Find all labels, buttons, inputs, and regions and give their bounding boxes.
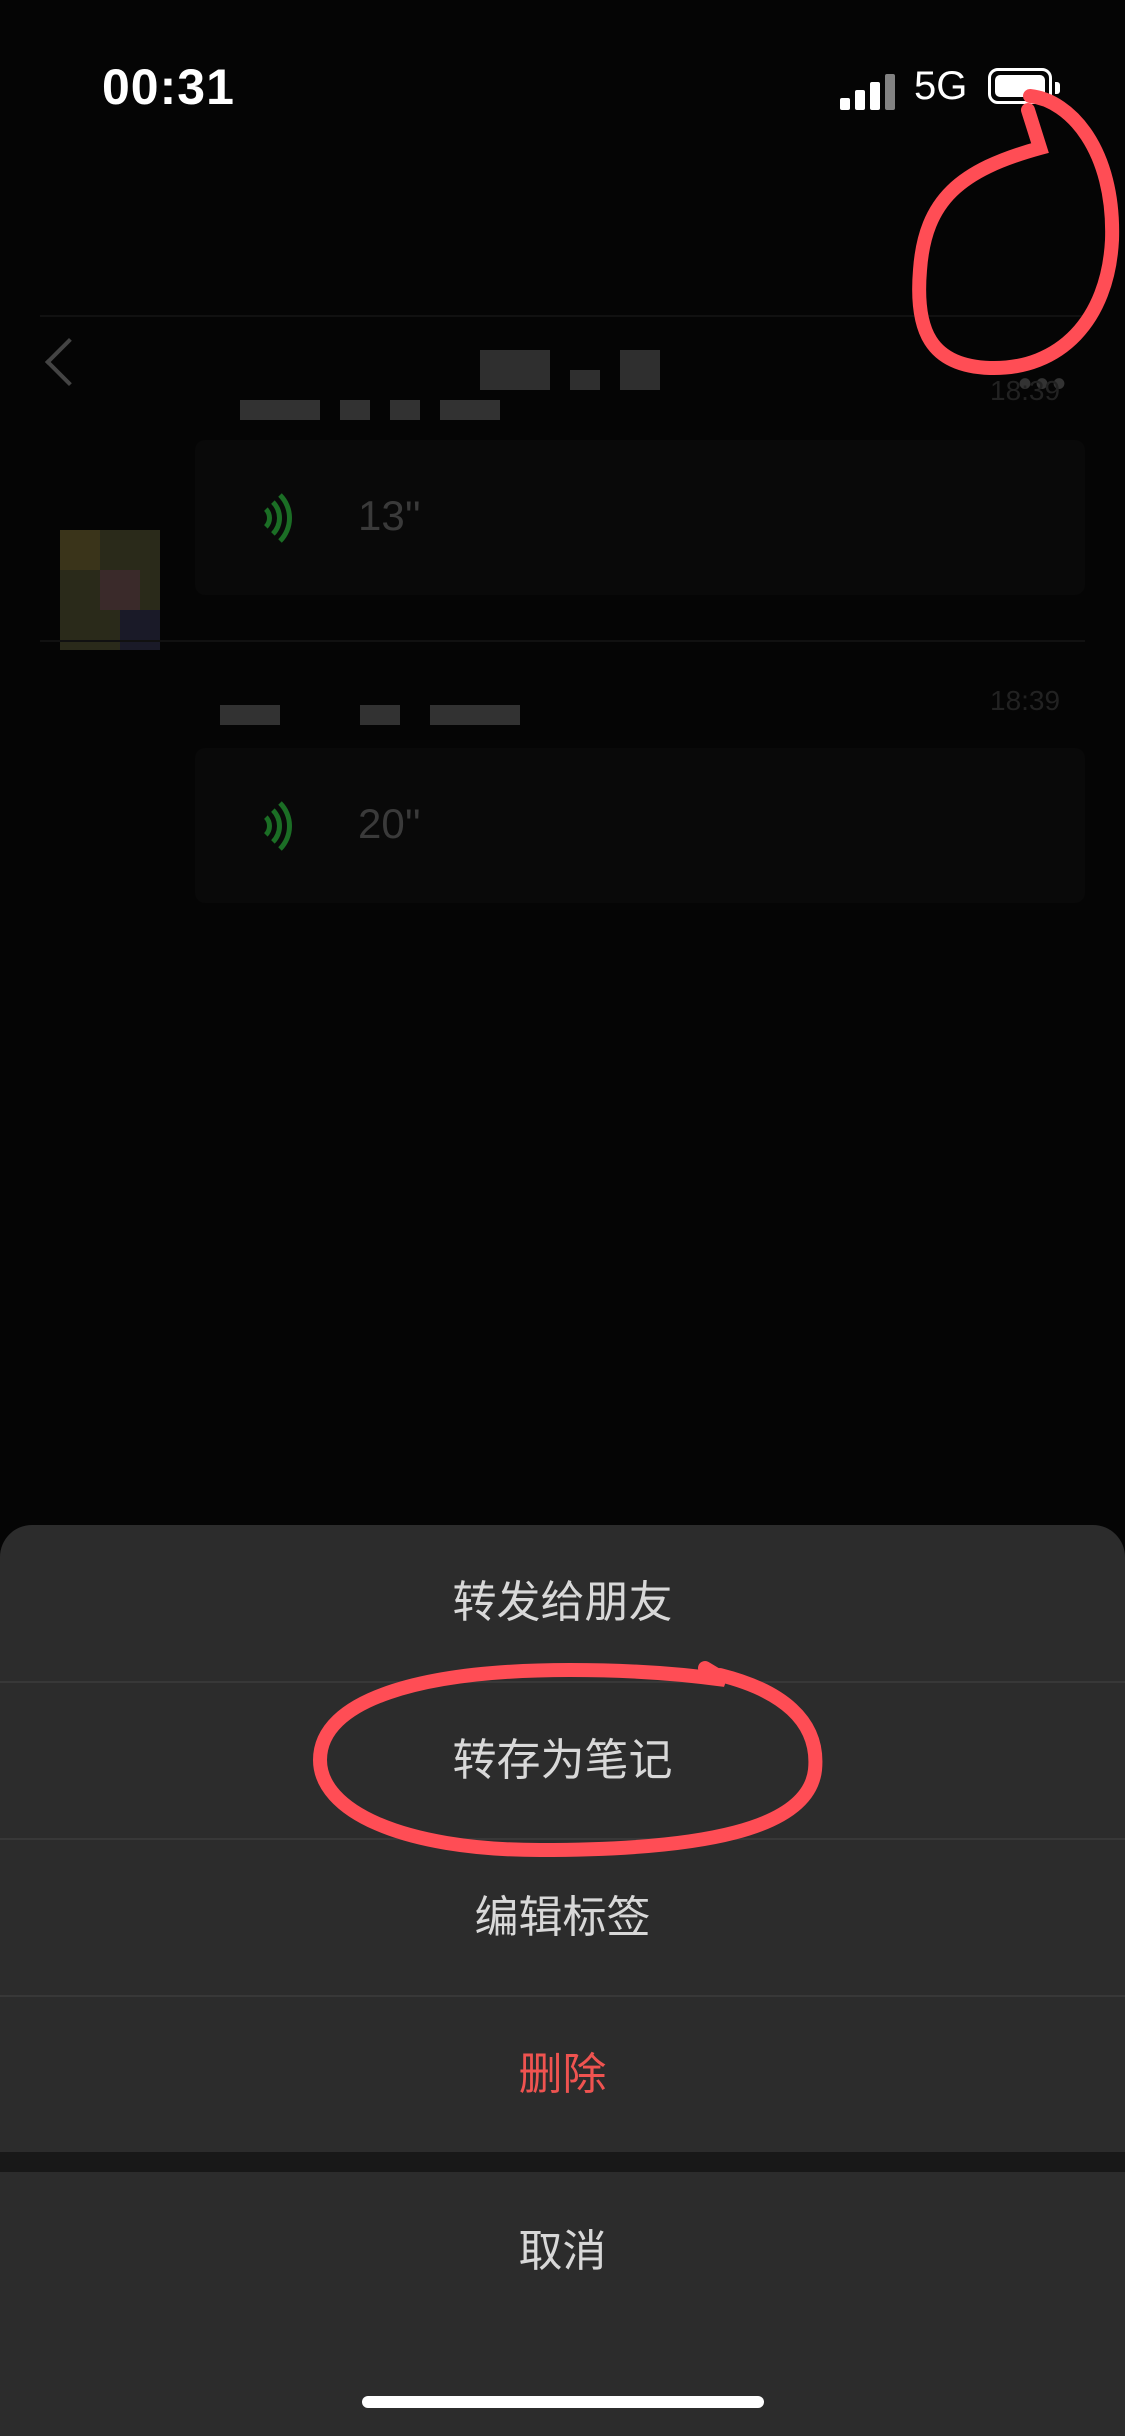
annotation-overlay [312, 89, 1120, 1858]
annotation-circle-save-note [312, 1661, 823, 1858]
annotation-circle-more [912, 89, 1120, 376]
